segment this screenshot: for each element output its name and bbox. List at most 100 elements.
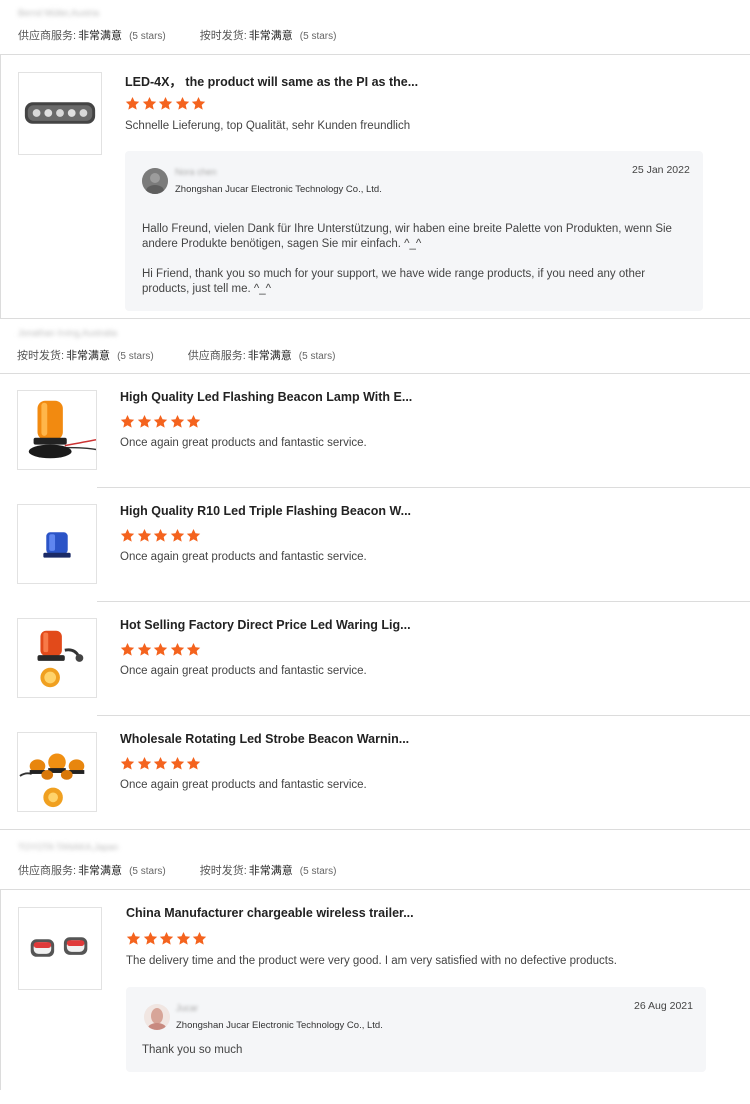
on-time-delivery-rating: 按时发货: 非常满意 (5 stars) xyxy=(200,27,337,43)
star-icon xyxy=(120,642,135,657)
star-icon xyxy=(192,931,207,946)
rating-count: (5 stars) xyxy=(129,31,166,42)
star-icon xyxy=(142,96,157,111)
rating-count: (5 stars) xyxy=(299,31,337,42)
reply-author-name: Nora chen xyxy=(175,167,217,177)
rating-label: 按时发货: xyxy=(199,865,247,877)
led-light-bar-icon xyxy=(24,102,96,124)
reply-author-name: Jucar xyxy=(176,1003,199,1013)
star-icon xyxy=(137,756,152,771)
rating-summary: 供应商服务: 非常满意 (5 stars) 按时发货: 非常满意 (5 star… xyxy=(18,27,370,43)
star-icon xyxy=(153,414,168,429)
supplier-service-rating: 供应商服务: 非常满意 (5 stars) xyxy=(18,27,166,43)
product-thumbnail[interactable] xyxy=(17,504,97,584)
star-icon xyxy=(153,756,168,771)
left-border xyxy=(0,55,1,319)
product-title[interactable]: Wholesale Rotating Led Strobe Beacon War… xyxy=(120,732,409,746)
star-icon xyxy=(125,96,140,111)
rating-count: (5 stars) xyxy=(129,866,166,877)
star-rating xyxy=(125,96,208,111)
reply-date: 26 Aug 2021 xyxy=(634,1000,693,1012)
reply-text: Thank you so much xyxy=(142,1044,243,1056)
star-rating xyxy=(120,528,203,543)
divider xyxy=(0,54,750,55)
star-icon xyxy=(175,96,190,111)
star-rating xyxy=(120,642,203,657)
star-icon xyxy=(120,756,135,771)
star-icon xyxy=(126,931,141,946)
product-title[interactable]: High Quality Led Flashing Beacon Lamp Wi… xyxy=(120,390,412,404)
divider xyxy=(0,829,750,830)
product-thumbnail[interactable] xyxy=(17,618,97,698)
rating-summary: 供应商服务: 非常满意 (5 stars) 按时发货: 非常满意 (5 star… xyxy=(18,862,370,878)
rating-summary: 按时发货: 非常满意 (5 stars) 供应商服务: 非常满意 (5 star… xyxy=(17,347,369,363)
star-icon xyxy=(186,756,201,771)
star-rating xyxy=(120,414,203,429)
review-comment: The delivery time and the product were v… xyxy=(126,955,617,967)
divider xyxy=(97,715,750,716)
on-time-delivery-rating: 按时发货: 非常满意 (5 stars) xyxy=(200,862,337,878)
review-comment: Once again great products and fantastic … xyxy=(120,779,367,791)
reviews-page: Bernd Müller,Austria 供应商服务: 非常满意 (5 star… xyxy=(0,0,750,1104)
reply-date: 25 Jan 2022 xyxy=(632,164,690,176)
star-icon xyxy=(176,931,191,946)
star-icon xyxy=(143,931,158,946)
amber-beacon-icon xyxy=(28,400,96,459)
review-comment: Once again great products and fantastic … xyxy=(120,551,367,563)
star-icon xyxy=(153,528,168,543)
buyer-name: Jonathan Irving,Australia xyxy=(18,328,118,338)
star-icon xyxy=(170,528,185,543)
user-avatar-icon xyxy=(142,168,168,194)
star-icon xyxy=(159,931,174,946)
avatar xyxy=(142,168,168,194)
product-thumbnail[interactable] xyxy=(17,732,97,812)
trailer-light-icon xyxy=(30,937,88,957)
star-icon xyxy=(137,528,152,543)
rating-count: (5 stars) xyxy=(117,351,154,362)
star-icon xyxy=(186,642,201,657)
reply-company: Zhongshan Jucar Electronic Technology Co… xyxy=(176,1020,383,1031)
star-icon xyxy=(170,756,185,771)
divider xyxy=(97,487,750,488)
seller-reply: Nora chen Zhongshan Jucar Electronic Tec… xyxy=(125,151,703,311)
star-icon xyxy=(137,414,152,429)
star-rating xyxy=(126,931,209,946)
warning-light-icon xyxy=(37,630,84,688)
product-title[interactable]: High Quality R10 Led Triple Flashing Bea… xyxy=(120,504,411,518)
rating-count: (5 stars) xyxy=(298,351,336,362)
product-title[interactable]: LED-4X， the product will same as the PI … xyxy=(125,71,418,90)
star-icon xyxy=(153,642,168,657)
rating-value: 非常满意 xyxy=(248,865,293,877)
divider xyxy=(97,601,750,602)
divider xyxy=(0,889,750,890)
product-thumbnail[interactable] xyxy=(18,907,102,990)
rating-value: 非常满意 xyxy=(66,350,111,362)
seller-reply: Jucar Zhongshan Jucar Electronic Technol… xyxy=(126,987,706,1072)
product-title[interactable]: Hot Selling Factory Direct Price Led War… xyxy=(120,618,411,632)
avatar xyxy=(144,1004,170,1030)
rating-label: 供应商服务: xyxy=(18,865,77,877)
product-title[interactable]: China Manufacturer chargeable wireless t… xyxy=(126,906,414,920)
rating-label: 供应商服务: xyxy=(18,30,77,42)
blue-beacon-icon xyxy=(43,532,71,558)
rating-value: 非常满意 xyxy=(248,30,293,42)
supplier-service-rating: 供应商服务: 非常满意 (5 stars) xyxy=(18,862,166,878)
product-thumbnail[interactable] xyxy=(18,72,102,155)
rating-count: (5 stars) xyxy=(299,866,337,877)
star-icon xyxy=(186,528,201,543)
star-icon xyxy=(170,414,185,429)
star-icon xyxy=(170,642,185,657)
star-icon xyxy=(186,414,201,429)
user-avatar-icon xyxy=(144,1004,170,1030)
product-thumbnail[interactable] xyxy=(17,390,97,470)
reply-text-german: Hallo Freund, vielen Dank für Ihre Unter… xyxy=(142,223,672,250)
review-comment: Once again great products and fantastic … xyxy=(120,665,367,677)
star-icon xyxy=(120,528,135,543)
rating-value: 非常满意 xyxy=(78,865,123,877)
reply-text-english: Hi Friend, thank you so much for your su… xyxy=(142,268,646,295)
star-icon xyxy=(137,642,152,657)
review-comment: Schnelle Lieferung, top Qualität, sehr K… xyxy=(125,120,411,132)
rating-label: 按时发货: xyxy=(199,30,247,42)
rating-label: 供应商服务: xyxy=(187,350,246,362)
star-icon xyxy=(191,96,206,111)
